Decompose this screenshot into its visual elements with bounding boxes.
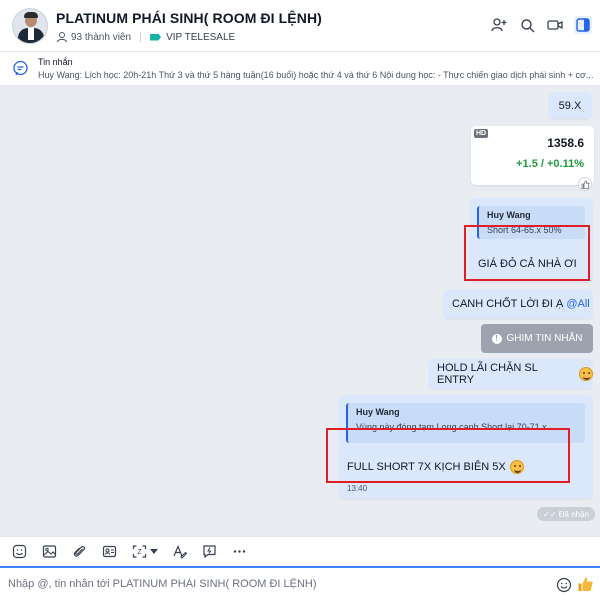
message-icon (13, 60, 28, 76)
thumbs-up-icon[interactable] (577, 576, 594, 593)
image-icon[interactable] (40, 543, 58, 561)
message-bubble[interactable]: HOLD LÃI CHẶN SL ENTRY (428, 359, 593, 389)
tag-icon (150, 33, 162, 41)
attachment-icon[interactable] (70, 543, 88, 561)
members-icon (57, 32, 67, 43)
chat-header: PLATINUM PHÁI SINH( ROOM ĐI LỆNH) 93 thà… (0, 0, 600, 52)
message-text: 59.X (558, 99, 582, 112)
group-name[interactable]: PLATINUM PHÁI SINH( ROOM ĐI LỆNH) (56, 10, 322, 26)
price-change: +1.5 / +0.11% (516, 158, 584, 170)
notice-text: GHIM TIN NHẮN (506, 333, 583, 344)
quote-author: Huy Wang (487, 210, 531, 220)
search-icon[interactable] (518, 16, 536, 34)
received-status: ✓✓ Đã nhận (537, 507, 595, 521)
info-icon: ! (491, 333, 502, 344)
highlight-box (326, 428, 570, 483)
message-composer (0, 566, 600, 600)
more-options-icon[interactable] (230, 543, 248, 561)
hd-badge: HD (474, 129, 489, 138)
member-count[interactable]: 93 thành viên (71, 32, 131, 43)
group-label[interactable]: VIP TELESALE (166, 32, 235, 43)
quick-message-icon[interactable] (200, 543, 218, 561)
add-member-icon[interactable] (490, 16, 508, 34)
composer-toolbar: Z (0, 536, 600, 566)
pin-message-notice[interactable]: ! GHIM TIN NHẮN (481, 324, 593, 353)
emoji-icon[interactable] (556, 577, 572, 593)
message-bubble[interactable]: 59.X (548, 92, 592, 119)
svg-text:Z: Z (137, 549, 142, 556)
message-bubble[interactable]: CANH CHỐT LỜI ĐI Ạ @All (443, 289, 593, 319)
price-card[interactable]: HD 1358.6 +1.5 / +0.11% (471, 126, 594, 185)
contact-card-icon[interactable] (100, 543, 118, 561)
grin-emoji-icon (579, 367, 593, 381)
message-text: HOLD LÃI CHẶN SL ENTRY (437, 362, 538, 386)
mention-all[interactable]: @All (566, 298, 589, 310)
screenshot-icon[interactable]: Z (130, 543, 148, 561)
pinned-text: Huy Wang: Lịch học: 20h-21h Thứ 3 và thứ… (38, 70, 593, 80)
highlight-box (464, 225, 590, 281)
message-time: 13:40 (347, 484, 368, 493)
price-value: 1358.6 (547, 136, 584, 150)
sticker-icon[interactable] (10, 543, 28, 561)
group-meta: 93 thành viên VIP TELESALE (56, 31, 235, 43)
chevron-down-icon[interactable] (150, 549, 158, 554)
message-text: CANH CHỐT LỜI ĐI Ạ (452, 298, 564, 310)
pinned-title: Tin nhắn (38, 57, 73, 67)
quote-author: Huy Wang (356, 407, 400, 417)
video-call-icon[interactable] (546, 16, 564, 34)
sidebar-toggle-icon[interactable] (574, 16, 592, 34)
group-avatar[interactable] (12, 8, 48, 44)
message-input[interactable] (8, 575, 538, 593)
like-reaction-button[interactable] (578, 177, 592, 191)
pinned-message-bar[interactable]: Tin nhắn Huy Wang: Lịch học: 20h-21h Thứ… (0, 52, 600, 86)
text-format-icon[interactable] (170, 543, 188, 561)
